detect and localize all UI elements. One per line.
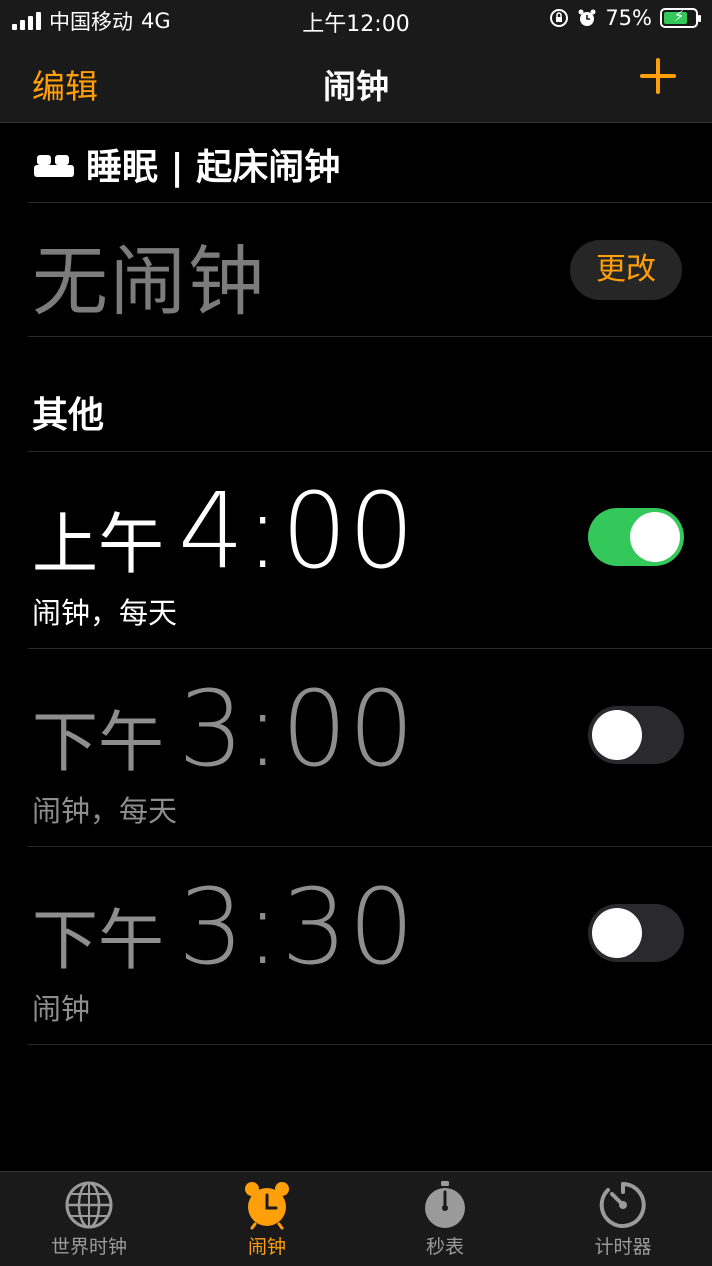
other-section-header: 其他 bbox=[32, 395, 105, 436]
divider bbox=[28, 336, 712, 337]
tab-timer[interactable]: 计时器 bbox=[534, 1180, 712, 1259]
alarm-row[interactable]: 下午 3:30 闹钟 bbox=[0, 848, 712, 1045]
toggle-knob bbox=[630, 512, 680, 562]
charging-bolt-icon: ⚡ bbox=[673, 7, 685, 25]
bed-icon bbox=[34, 151, 74, 177]
tab-label: 计时器 bbox=[594, 1236, 652, 1258]
battery-percent: 75% bbox=[605, 6, 652, 30]
status-right: 75% ⚡ bbox=[549, 6, 701, 30]
divider bbox=[28, 202, 712, 203]
battery-icon: ⚡ bbox=[660, 7, 701, 28]
alarm-status-icon bbox=[578, 9, 596, 26]
alarm-period: 下午 bbox=[32, 704, 164, 781]
tab-label: 世界时钟 bbox=[50, 1236, 127, 1258]
alarm-label: 闹钟，每天 bbox=[32, 596, 178, 630]
alarm-clock-time: 3:30 bbox=[178, 866, 416, 988]
plus-icon[interactable] bbox=[638, 56, 678, 96]
divider bbox=[28, 648, 712, 649]
alarm-time: 上午 4:00 bbox=[32, 470, 416, 592]
alarm-time: 下午 3:00 bbox=[32, 668, 416, 790]
toggle-knob bbox=[592, 710, 642, 760]
alarm-time: 下午 3:30 bbox=[32, 866, 416, 988]
alarm-toggle[interactable] bbox=[588, 508, 684, 566]
no-alarm-text: 无闹钟 bbox=[32, 237, 266, 326]
alarm-period: 上午 bbox=[32, 506, 164, 583]
tab-label: 闹钟 bbox=[247, 1236, 286, 1258]
tab-bar: 世界时钟 闹钟 秒表 计时器 bbox=[0, 1171, 712, 1266]
timer-icon bbox=[599, 1182, 646, 1228]
tab-stopwatch[interactable]: 秒表 bbox=[356, 1180, 534, 1259]
sleep-section-header: 睡眠 | 起床闹钟 bbox=[34, 138, 340, 190]
globe-icon bbox=[65, 1181, 113, 1229]
toggle-knob bbox=[592, 908, 642, 958]
alarm-row[interactable]: 上午 4:00 闹钟，每天 bbox=[0, 452, 712, 649]
tab-world-clock[interactable]: 世界时钟 bbox=[0, 1180, 178, 1259]
alarm-period: 下午 bbox=[32, 902, 164, 979]
alarm-clock-icon bbox=[245, 1182, 289, 1230]
alarm-toggle[interactable] bbox=[588, 706, 684, 764]
divider bbox=[28, 1044, 712, 1045]
alarm-label: 闹钟，每天 bbox=[32, 794, 178, 828]
status-bar: 中国移动 4G 上午12:00 75% ⚡ bbox=[0, 0, 712, 40]
sleep-header-text: 睡眠 | 起床闹钟 bbox=[86, 147, 341, 188]
tab-label: 秒表 bbox=[425, 1236, 464, 1258]
stopwatch-icon bbox=[425, 1181, 465, 1228]
change-button[interactable]: 更改 bbox=[570, 240, 682, 300]
alarm-clock-time: 3:00 bbox=[178, 668, 416, 790]
alarm-toggle[interactable] bbox=[588, 904, 684, 962]
tab-alarm[interactable]: 闹钟 bbox=[178, 1180, 356, 1259]
alarm-label: 闹钟 bbox=[32, 992, 91, 1026]
navigation-bar: 编辑 闹钟 bbox=[0, 40, 712, 123]
orientation-lock-icon bbox=[550, 9, 569, 27]
page-title: 闹钟 bbox=[323, 67, 389, 106]
divider bbox=[28, 846, 712, 847]
alarm-clock-time: 4:00 bbox=[178, 470, 416, 592]
alarm-row[interactable]: 下午 3:00 闹钟，每天 bbox=[0, 650, 712, 847]
